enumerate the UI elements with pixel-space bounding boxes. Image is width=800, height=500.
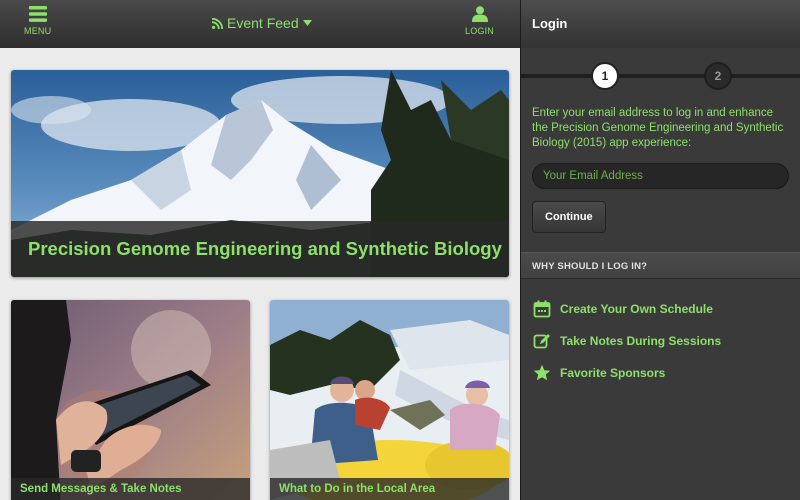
tablet-hands-photo bbox=[11, 300, 250, 500]
login-intro-text: Enter your email address to log in and e… bbox=[532, 107, 784, 149]
continue-button[interactable]: Continue bbox=[532, 201, 606, 233]
card-local-area[interactable]: What to Do in the Local Area bbox=[270, 300, 509, 500]
event-hero-banner[interactable]: Precision Genome Engineering and Synthet… bbox=[11, 70, 509, 277]
login-panel: Login 1 2 Enter your email address to lo… bbox=[520, 0, 800, 500]
star-icon bbox=[533, 364, 551, 381]
event-feed-dropdown[interactable]: Event Feed bbox=[212, 15, 312, 31]
benefit-label: Create Your Own Schedule bbox=[560, 302, 713, 316]
why-login-heading: WHY SHOULD I LOG IN? bbox=[521, 252, 800, 279]
step-1-indicator: 1 bbox=[591, 62, 619, 90]
stepper-line bbox=[521, 74, 800, 78]
menu-label: MENU bbox=[24, 26, 52, 36]
pencil-icon bbox=[533, 334, 550, 349]
top-bar: MENU Event Feed LOGIN bbox=[0, 0, 520, 48]
login-panel-title: Login bbox=[521, 0, 800, 48]
card-label: What to Do in the Local Area bbox=[270, 478, 509, 500]
login-label: LOGIN bbox=[465, 26, 495, 36]
login-button[interactable]: LOGIN bbox=[465, 6, 494, 36]
benefit-item-sponsors: Favorite Sponsors bbox=[533, 357, 800, 389]
calendar-icon bbox=[533, 300, 551, 318]
benefit-item-schedule: Create Your Own Schedule bbox=[533, 293, 800, 325]
card-send-messages[interactable]: Send Messages & Take Notes bbox=[11, 300, 250, 500]
benefit-label: Favorite Sponsors bbox=[560, 366, 666, 380]
snow-tubing-photo bbox=[270, 300, 509, 500]
benefit-label: Take Notes During Sessions bbox=[560, 334, 722, 348]
card-label: Send Messages & Take Notes bbox=[11, 478, 250, 500]
email-field[interactable]: Your Email Address bbox=[532, 163, 789, 189]
hamburger-icon bbox=[28, 6, 47, 22]
benefits-list: Create Your Own Schedule Take Notes Duri… bbox=[521, 279, 800, 389]
event-title: Precision Genome Engineering and Synthet… bbox=[28, 238, 502, 259]
rss-icon bbox=[212, 17, 223, 29]
login-stepper: 1 2 bbox=[521, 48, 800, 106]
benefit-item-notes: Take Notes During Sessions bbox=[533, 325, 800, 357]
user-icon bbox=[471, 6, 488, 22]
caret-down-icon bbox=[302, 20, 312, 26]
event-feed-label: Event Feed bbox=[227, 15, 299, 31]
menu-button[interactable]: MENU bbox=[24, 6, 51, 36]
hero-title-band: Precision Genome Engineering and Synthet… bbox=[11, 221, 509, 277]
step-2-indicator: 2 bbox=[704, 62, 732, 90]
